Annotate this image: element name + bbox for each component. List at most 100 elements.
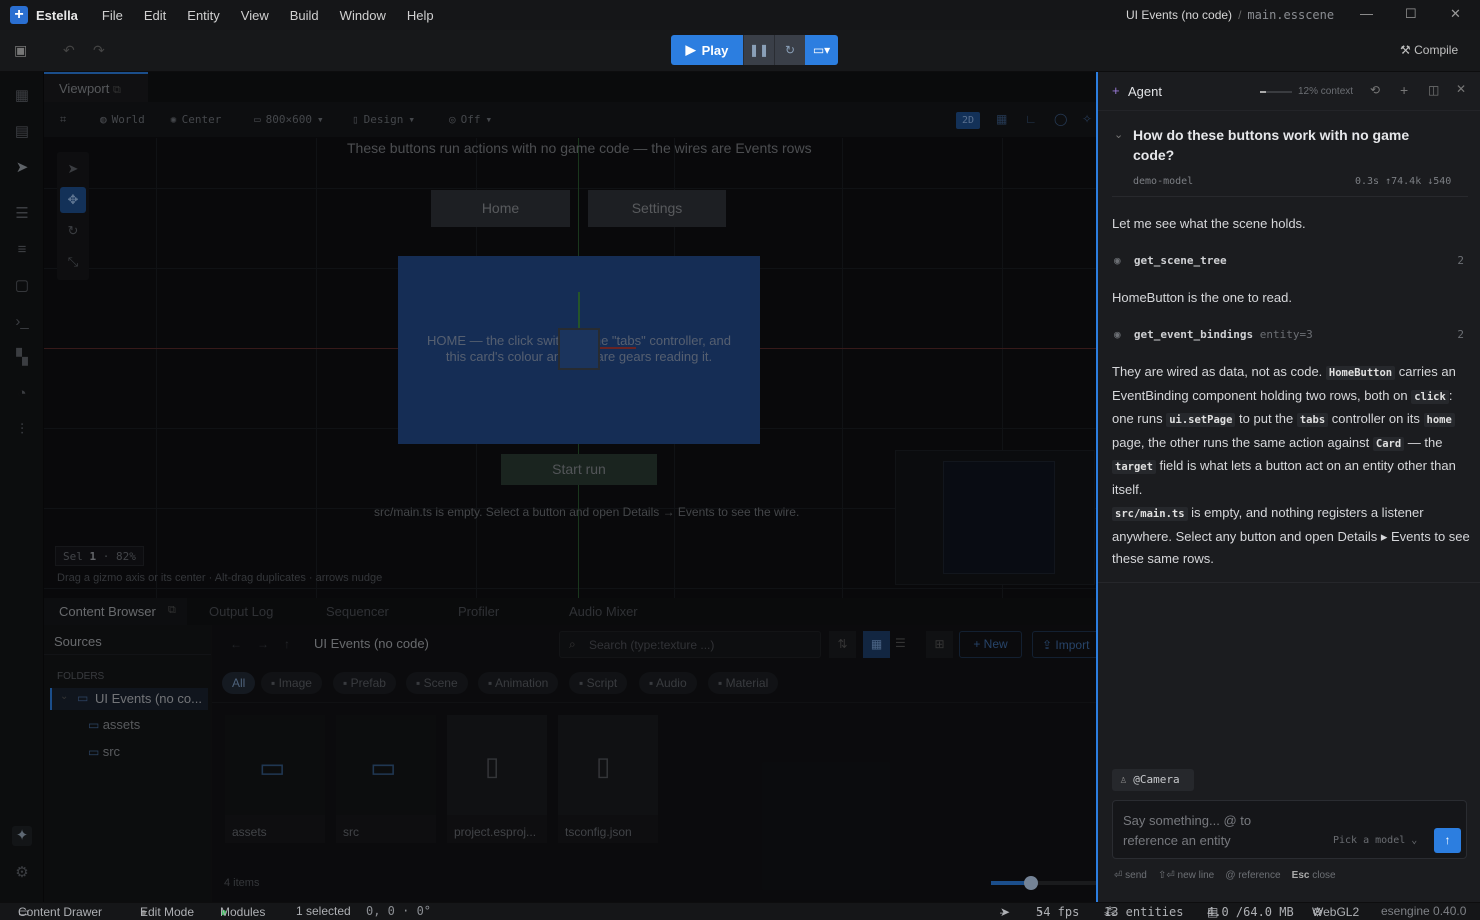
snap-select[interactable]: ◎ Off ▾ [449,113,529,126]
popout-icon[interactable]: ⧉ [113,84,121,96]
forward-arrow-icon[interactable]: → [257,637,269,651]
space-toggle[interactable]: ◍ World [100,113,170,126]
axis-toggle-icon[interactable]: ∟ [1025,112,1037,126]
filter-material[interactable]: ▪ Material [708,672,779,694]
menu-view[interactable]: View [241,8,269,23]
select-tool-icon[interactable]: ➤ [12,158,32,178]
tab-content-browser[interactable]: Content Browser [59,604,156,619]
scene-start-run-button[interactable]: Start run [501,454,657,485]
model-picker[interactable]: Pick a model ⌄ [1333,835,1417,846]
pause-button[interactable]: ❚❚ [743,35,774,65]
filter-script[interactable]: ▪ Script [569,672,628,694]
grid-toggle-icon[interactable]: ▦ [996,112,1007,126]
asset-tile[interactable]: ▭ assets [225,715,325,843]
menu-build[interactable]: Build [290,8,319,23]
play-button[interactable]: ▶ Play [671,35,743,65]
filter-prefab[interactable]: ▪ Prefab [333,672,396,694]
redo-icon[interactable]: ↷ [93,42,105,59]
stats-toggle-icon[interactable]: ✧ [1082,112,1092,126]
arrow-up-icon: ↑ [1444,833,1451,847]
filter-audio[interactable]: ▪ Audio [639,672,697,694]
hierarchy-icon[interactable]: ☰ [12,204,32,224]
asset-tile[interactable]: ▯ tsconfig.json [558,715,658,843]
filter-all[interactable]: All [222,672,256,694]
gizmo-center-handle[interactable] [558,328,600,370]
new-folder-icon[interactable]: ⊞ [926,631,953,658]
sort-icon[interactable]: ⇅ [829,631,856,658]
grid-icon[interactable]: ▦ [12,86,32,106]
menu-entity[interactable]: Entity [187,8,220,23]
popout-icon[interactable]: ⧉ [168,604,176,617]
tool-call-event-bindings[interactable]: ◉ get_event_bindings entity=3 2 [1114,328,1464,341]
scale-tool-icon[interactable]: ⤡ [60,249,86,275]
pointer-tool-icon[interactable]: ➤ [60,156,86,182]
import-button[interactable]: ⇪ Import [1032,631,1096,658]
tab-viewport[interactable]: Viewport ⧉ [44,72,148,102]
asset-tile[interactable]: ▭ src [336,715,436,843]
gauge-icon[interactable]: ◔ [12,384,32,404]
settings-gear-icon[interactable]: ⚙ [12,863,32,883]
rotate-tool-icon[interactable]: ↻ [60,218,86,244]
move-tool-icon[interactable]: ✥ [60,187,86,213]
tree-item-root[interactable]: ⌄ ▭ UI Events (no co... [50,688,208,710]
up-arrow-icon[interactable]: ↑ [284,637,290,651]
plus-icon[interactable]: + [1400,82,1408,98]
compile-button[interactable]: ⚒ Compile [1400,43,1458,57]
tab-sequencer[interactable]: Sequencer [326,604,389,619]
history-icon[interactable]: ⟲ [1370,83,1380,97]
layout-icon[interactable]: ▤ [12,122,32,142]
search-input[interactable]: ⌕ Search (type:texture ...) [559,631,821,658]
mode-select[interactable]: ▯ Design ▾ [352,113,449,126]
display-target-button[interactable]: ▭▾ [805,35,838,65]
asset-tile[interactable]: ▯ project.esproj... [447,715,547,843]
minimize-icon[interactable]: — [1360,6,1373,21]
menu-window[interactable]: Window [340,8,386,23]
maximize-icon[interactable]: ☐ [1405,6,1417,22]
terminal-icon[interactable]: ›_ [12,312,32,332]
tab-profiler[interactable]: Profiler [458,604,499,619]
tree-item-src[interactable]: ▭ src [88,744,120,759]
menu-file[interactable]: File [102,8,123,23]
resolution-label: 800×600 [265,113,312,126]
scene-home-button[interactable]: Home [431,190,570,227]
chevron-down-icon[interactable]: ⌄ [1114,128,1123,141]
send-button[interactable]: ↑ [1434,828,1461,853]
restart-icon: ↻ [784,43,796,57]
tab-audio-mixer[interactable]: Audio Mixer [569,604,638,619]
entity-mention-chip[interactable]: ♙ @Camera [1112,769,1194,791]
scene-settings-button[interactable]: Settings [588,190,726,227]
clapper-icon[interactable]: ▚ [12,348,32,368]
undo-icon[interactable]: ↶ [63,42,75,59]
grid-view-icon[interactable]: ▦ [863,631,890,658]
slider-handle[interactable] [1024,876,1038,890]
gizmo-toggle-icon[interactable]: ◯ [1054,112,1067,126]
chat-input[interactable]: Say something... @ to reference an entit… [1112,800,1467,859]
pivot-toggle[interactable]: ✺ Center [170,113,254,126]
agent-sparkle-icon[interactable]: ✦ [12,826,32,846]
folder-icon[interactable]: ▢ [12,276,32,296]
properties-icon[interactable]: ≡ [12,240,32,260]
new-button[interactable]: + New [959,631,1022,658]
dimension-badge[interactable]: 2D [956,112,980,129]
scene-card[interactable]: HOME — the click switches the "tabs" con… [398,256,760,444]
restart-button[interactable]: ↻ [774,35,805,65]
frame-icon[interactable]: ⌗ [60,113,100,127]
tab-output-log[interactable]: Output Log [209,604,273,619]
tool-call-scene-tree[interactable]: ◉ get_scene_tree 2 [1114,254,1464,267]
menu-help[interactable]: Help [407,8,434,23]
tree-item-assets[interactable]: ▭ assets [88,717,140,732]
close-icon[interactable]: ✕ [1450,6,1461,22]
filter-animation[interactable]: ▪ Animation [478,672,559,694]
memory-value: 4.0 /64.0 MB [1207,905,1294,919]
back-arrow-icon[interactable]: ← [230,637,242,651]
close-icon[interactable]: ✕ [1456,82,1466,96]
filter-image[interactable]: ▪ Image [261,672,322,694]
resolution-select[interactable]: ▭ 800×600 ▾ [254,113,352,126]
split-icon[interactable]: ◫ [1428,83,1439,97]
thumbnail-size-slider[interactable] [991,876,1096,890]
filter-scene[interactable]: ▪ Scene [406,672,468,694]
save-icon[interactable]: ▣ [14,42,27,59]
menu-edit[interactable]: Edit [144,8,166,23]
list-view-icon[interactable]: ☰ [895,636,906,650]
sliders-icon[interactable]: ⫶ [12,420,32,440]
